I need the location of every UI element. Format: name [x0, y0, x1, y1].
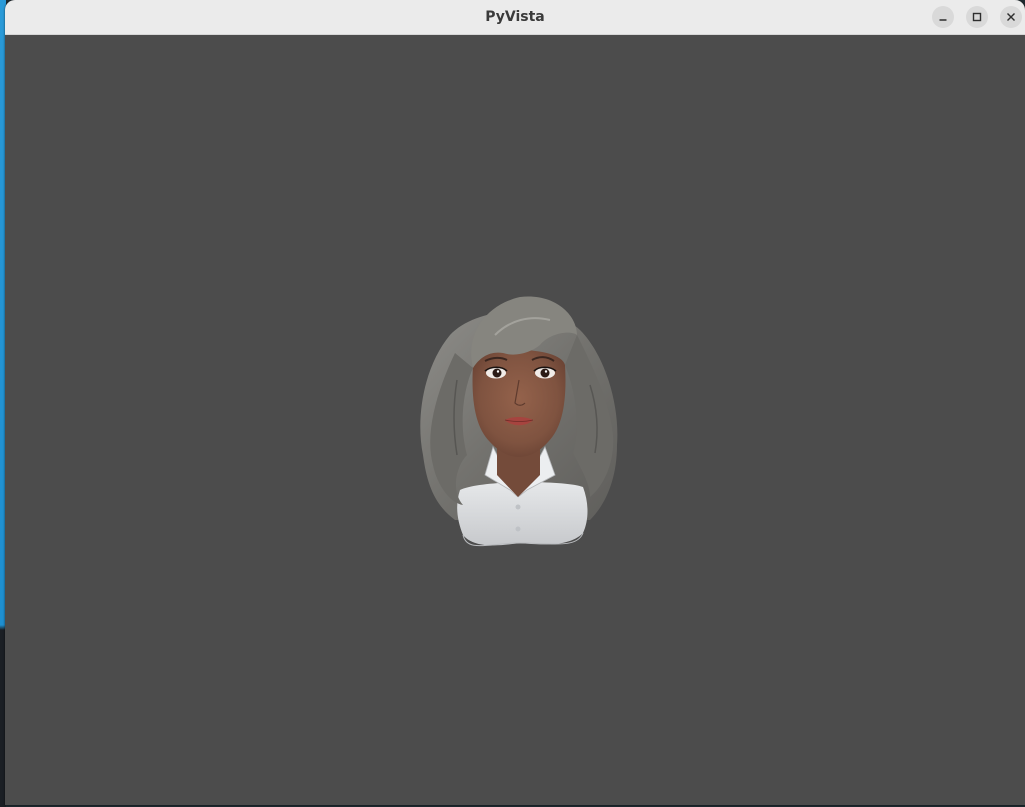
avatar-head-model[interactable]: [5, 35, 1025, 805]
maximize-button[interactable]: [966, 6, 988, 28]
title-bar[interactable]: PyVista: [5, 0, 1025, 35]
minimize-button[interactable]: [932, 6, 954, 28]
close-button[interactable]: [1000, 6, 1022, 28]
window-title: PyVista: [485, 9, 545, 25]
minimize-icon: [938, 12, 948, 22]
pyvista-window: PyVista: [5, 0, 1025, 805]
close-icon: [1006, 12, 1016, 22]
render-viewport[interactable]: [5, 35, 1025, 805]
maximize-icon: [972, 12, 982, 22]
